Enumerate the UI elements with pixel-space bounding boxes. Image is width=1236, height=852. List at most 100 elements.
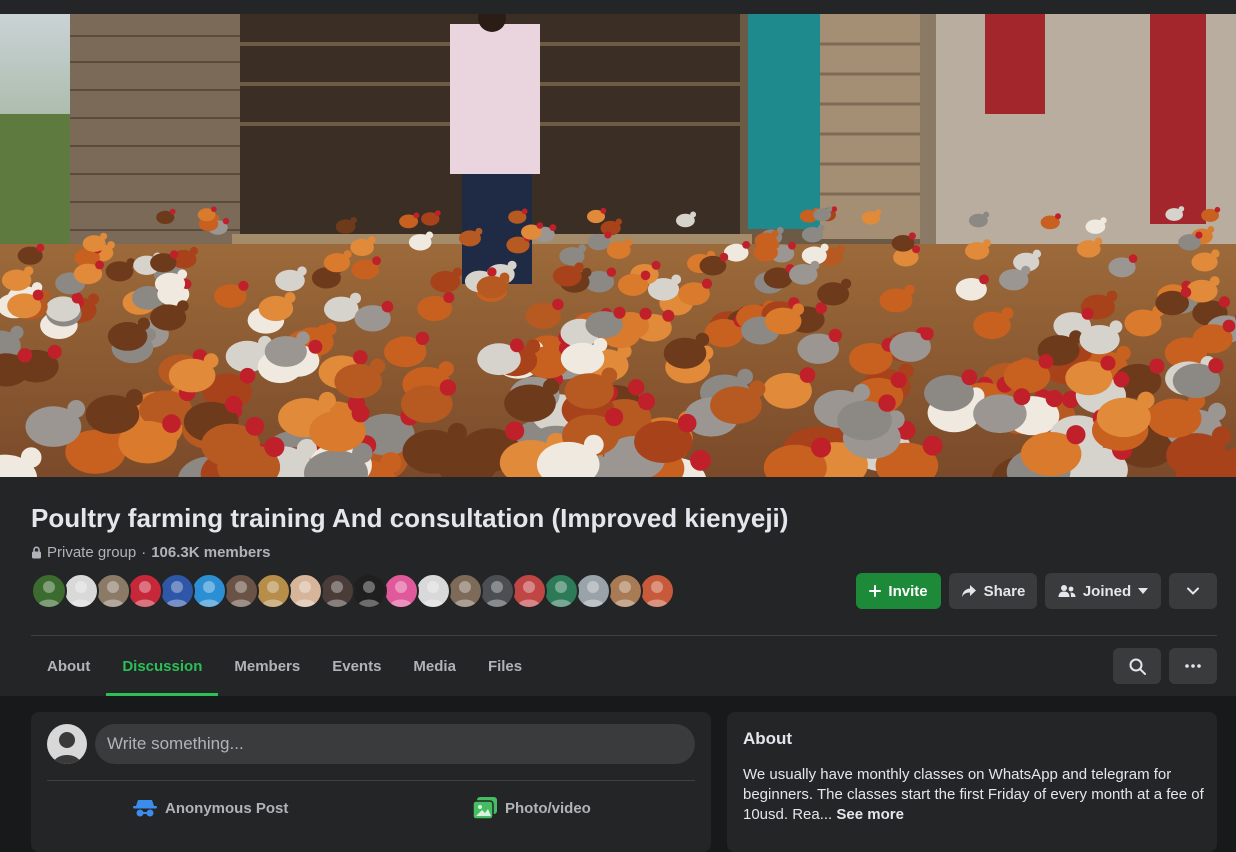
invite-button[interactable]: Invite	[856, 573, 941, 609]
member-avatar-image	[645, 581, 669, 607]
member-avatar[interactable]	[319, 573, 355, 609]
chicken-head-shape	[425, 231, 434, 239]
chicken-head-shape	[920, 327, 934, 341]
member-avatar[interactable]	[607, 573, 643, 609]
member-avatar[interactable]	[95, 573, 131, 609]
chicken-head-shape	[353, 350, 368, 365]
write-something-input[interactable]: Write something...	[95, 724, 695, 764]
member-avatar[interactable]	[191, 573, 227, 609]
member-avatar[interactable]	[415, 573, 451, 609]
member-avatar[interactable]	[351, 573, 387, 609]
share-arrow-icon	[961, 585, 976, 597]
chicken-head-shape	[815, 302, 827, 314]
people-icon	[1058, 585, 1076, 597]
tab-media[interactable]: Media	[397, 636, 472, 696]
privacy-label[interactable]: Private group	[47, 544, 136, 561]
chicken-head-shape	[792, 303, 805, 316]
chicken-head-shape	[1195, 231, 1203, 239]
member-avatar[interactable]	[255, 573, 291, 609]
group-more-button[interactable]	[1169, 648, 1217, 684]
chicken-head-shape	[831, 206, 838, 212]
avatar[interactable]	[47, 724, 87, 764]
member-avatar-image	[133, 581, 157, 607]
chicken-head-shape	[284, 292, 296, 304]
member-avatar[interactable]	[31, 573, 67, 609]
about-text: We usually have monthly classes on Whats…	[743, 766, 1204, 823]
member-avatar-image	[581, 581, 605, 607]
chicken-head-shape	[1207, 226, 1215, 233]
group-header: Poultry farming training And consultatio…	[0, 477, 1236, 696]
search-icon	[1129, 658, 1146, 675]
chicken-head-shape	[922, 435, 943, 456]
anonymous-post-button[interactable]: Anonymous Post	[133, 796, 288, 820]
member-avatar[interactable]	[223, 573, 259, 609]
chicken-head-shape	[904, 284, 915, 296]
member-avatar[interactable]	[383, 573, 419, 609]
chicken-head-shape	[605, 408, 624, 427]
chicken-head-shape	[296, 331, 310, 345]
member-avatar-image	[453, 581, 477, 607]
anonymous-icon	[133, 800, 157, 817]
member-avatar[interactable]	[479, 573, 515, 609]
member-avatar-image	[261, 581, 285, 607]
tab-discussion[interactable]: Discussion	[106, 636, 219, 696]
chicken-head-shape	[245, 416, 265, 436]
user-avatar-image	[47, 724, 87, 764]
header-expand-button[interactable]	[1169, 573, 1217, 609]
member-avatar[interactable]	[447, 573, 483, 609]
chicken-head-shape	[95, 260, 105, 270]
chicken-head-shape	[1211, 426, 1232, 446]
chicken-head-shape	[370, 358, 386, 374]
chicken-head-shape	[447, 422, 467, 443]
chicken-head-shape	[1013, 388, 1031, 406]
joined-button[interactable]: Joined	[1045, 573, 1161, 609]
chicken-head-shape	[521, 208, 528, 215]
tab-members[interactable]: Members	[218, 636, 316, 696]
chicken-head-shape	[100, 232, 108, 240]
chicken-head-shape	[510, 338, 524, 353]
about-description: We usually have monthly classes on Whats…	[743, 765, 1208, 825]
member-avatar[interactable]	[63, 573, 99, 609]
chicken-head-shape	[542, 378, 560, 395]
chicken-head-shape	[826, 206, 833, 212]
see-more-link[interactable]: See more	[836, 806, 904, 823]
tab-events[interactable]: Events	[316, 636, 397, 696]
chicken-head-shape	[979, 274, 989, 285]
chicken-head-shape	[443, 292, 455, 303]
joined-label: Joined	[1082, 582, 1132, 600]
cover-photo[interactable]	[0, 14, 1236, 477]
member-avatar[interactable]	[127, 573, 163, 609]
member-avatar[interactable]	[639, 573, 675, 609]
member-avatar[interactable]	[543, 573, 579, 609]
photo-video-button[interactable]: Photo/video	[473, 796, 591, 820]
chicken-head-shape	[1137, 391, 1155, 409]
share-button[interactable]: Share	[949, 573, 1037, 609]
chicken-head-shape	[552, 298, 564, 311]
invite-label: Invite	[888, 582, 928, 600]
chicken-head-shape	[690, 211, 697, 218]
more-dots-icon	[1185, 664, 1201, 668]
chicken-head-shape	[415, 331, 430, 345]
chicken-head-shape	[583, 434, 604, 455]
member-avatar-image	[101, 581, 125, 607]
member-avatar-row[interactable]	[31, 573, 675, 609]
chicken-head-shape	[1116, 345, 1131, 361]
member-avatar[interactable]	[287, 573, 323, 609]
member-avatar[interactable]	[511, 573, 547, 609]
tab-files[interactable]: Files	[472, 636, 538, 696]
chicken-head-shape	[239, 367, 256, 384]
anonymous-post-label: Anonymous Post	[165, 799, 289, 817]
post-composer: Write something... Anonymous Post Photo/…	[31, 712, 711, 852]
chicken-head-shape	[701, 278, 713, 289]
group-search-button[interactable]	[1113, 648, 1161, 684]
caret-down-icon	[1138, 588, 1149, 594]
member-avatar[interactable]	[159, 573, 195, 609]
tab-about[interactable]: About	[31, 636, 106, 696]
chicken-head-shape	[582, 267, 592, 278]
chicken-head-shape	[297, 266, 307, 276]
member-count[interactable]: 106.3K members	[151, 544, 270, 561]
composer-divider	[47, 780, 695, 781]
chicken-head-shape	[651, 260, 661, 270]
member-avatar[interactable]	[575, 573, 611, 609]
chicken-head-shape	[820, 243, 829, 252]
